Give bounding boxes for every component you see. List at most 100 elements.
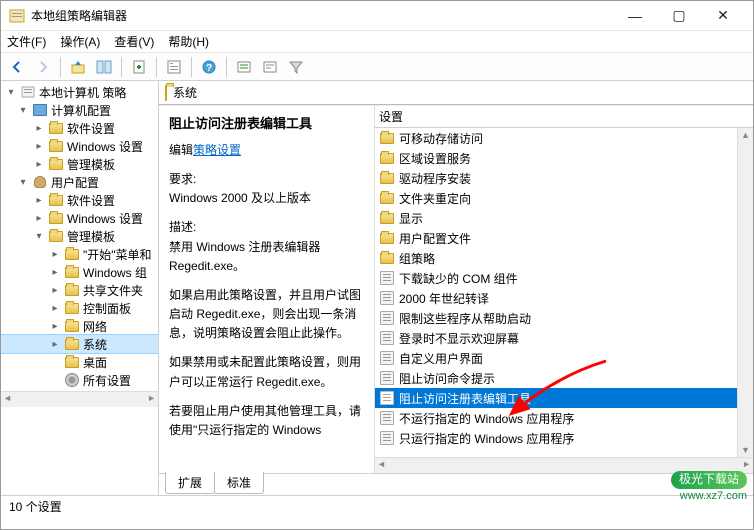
list-item-policy[interactable]: 阻止访问注册表编辑工具 (375, 388, 753, 408)
edit-prefix: 编辑 (169, 143, 193, 157)
list-item-folder[interactable]: 可移动存储访问 (375, 128, 753, 148)
list-item-label: 登录时不显示欢迎屏幕 (399, 330, 519, 347)
maximize-button[interactable]: ▢ (657, 1, 701, 31)
tree-item[interactable]: 所有设置 (1, 371, 158, 389)
menu-view[interactable]: 查看(V) (114, 33, 154, 50)
list-item-label: 限制这些程序从帮助启动 (399, 310, 531, 327)
edit-policy-link[interactable]: 策略设置 (193, 143, 241, 157)
tree-user[interactable]: ▾ 用户配置 (1, 173, 158, 191)
list-item-label: 可移动存储访问 (399, 130, 483, 147)
detail-title: 阻止访问注册表编辑工具 (169, 114, 364, 135)
properties-button[interactable] (162, 55, 186, 79)
list-vscrollbar[interactable] (737, 128, 753, 457)
folder-icon (48, 210, 64, 226)
folder-icon (379, 210, 395, 226)
show-hide-button[interactable] (92, 55, 116, 79)
tree-item-label: 软件设置 (67, 120, 115, 137)
status-text: 10 个设置 (9, 498, 62, 515)
policy-icon (379, 350, 395, 366)
tree-item[interactable]: ▸共享文件夹 (1, 281, 158, 299)
settings-list[interactable]: 可移动存储访问区域设置服务驱动程序安装文件夹重定向显示用户配置文件组策略下载缺少… (375, 128, 753, 457)
list-item-policy[interactable]: 只运行指定的 Windows 应用程序 (375, 428, 753, 448)
tree-item[interactable]: ▸软件设置 (1, 119, 158, 137)
tab-standard[interactable]: 标准 (214, 472, 264, 494)
list-item-policy[interactable]: 2000 年世纪转译 (375, 288, 753, 308)
list-column-header[interactable]: 设置 (375, 106, 753, 128)
folder-icon (64, 354, 80, 370)
tree-root[interactable]: ▾ 本地计算机 策略 (1, 83, 158, 101)
tree-item[interactable]: ▸Windows 组 (1, 263, 158, 281)
tree-item[interactable]: ▸控制面板 (1, 299, 158, 317)
menu-file[interactable]: 文件(F) (7, 33, 46, 50)
list-item-folder[interactable]: 用户配置文件 (375, 228, 753, 248)
filter1-button[interactable] (232, 55, 256, 79)
desc-p4: 若要阻止用户使用其他管理工具，请使用"只运行指定的 Windows (169, 402, 364, 440)
list-item-policy[interactable]: 阻止访问命令提示 (375, 368, 753, 388)
window-buttons: — ▢ ✕ (613, 1, 745, 31)
list-item-folder[interactable]: 文件夹重定向 (375, 188, 753, 208)
tree-item[interactable]: ▸管理模板 (1, 155, 158, 173)
tree-item-label: 所有设置 (83, 372, 131, 389)
list-item-folder[interactable]: 组策略 (375, 248, 753, 268)
tree-item[interactable]: ▸Windows 设置 (1, 137, 158, 155)
detail-panel: 阻止访问注册表编辑工具 编辑策略设置 要求: Windows 2000 及以上版本… (159, 106, 374, 473)
list-item-label: 自定义用户界面 (399, 350, 483, 367)
titlebar: 本地组策略编辑器 — ▢ ✕ (1, 1, 753, 31)
list-item-policy[interactable]: 自定义用户界面 (375, 348, 753, 368)
tree-item[interactable]: ▸软件设置 (1, 191, 158, 209)
tree-item-label: 系统 (83, 336, 107, 353)
list-item-label: 不运行指定的 Windows 应用程序 (399, 410, 574, 427)
req-label: 要求: (169, 172, 196, 186)
tree-hscrollbar[interactable] (1, 391, 158, 407)
tree-admin-templates[interactable]: ▾ 管理模板 (1, 227, 158, 245)
list-item-label: 2000 年世纪转译 (399, 290, 489, 307)
tree-item[interactable]: ▸网络 (1, 317, 158, 335)
req-value: Windows 2000 及以上版本 (169, 191, 311, 205)
view-tabs: 扩展 标准 (159, 473, 753, 495)
folder-icon (64, 300, 80, 316)
list-item-label: 区域设置服务 (399, 150, 471, 167)
minimize-button[interactable]: — (613, 1, 657, 31)
tree-item[interactable]: 桌面 (1, 353, 158, 371)
tree-item-label: 网络 (83, 318, 107, 335)
funnel-button[interactable] (284, 55, 308, 79)
tree-item-label: Windows 设置 (67, 210, 143, 227)
tab-extended[interactable]: 扩展 (165, 472, 215, 494)
close-button[interactable]: ✕ (701, 1, 745, 31)
content-pane: 系统 阻止访问注册表编辑工具 编辑策略设置 要求:Windows 2000 及以… (159, 81, 753, 495)
watermark-brand: 极光下载站 (671, 471, 747, 489)
filter2-button[interactable] (258, 55, 282, 79)
menu-action[interactable]: 操作(A) (60, 33, 100, 50)
toolbar: ? (1, 53, 753, 81)
statusbar: 10 个设置 (1, 495, 753, 517)
tree-item[interactable]: ▸"开始"菜单和 (1, 245, 158, 263)
tree-root-label: 本地计算机 策略 (39, 84, 126, 101)
forward-button[interactable] (31, 55, 55, 79)
list-item-folder[interactable]: 区域设置服务 (375, 148, 753, 168)
policy-tree[interactable]: ▾ 本地计算机 策略 ▾ 计算机配置 ▸软件设置▸Windows 设置▸管理模板… (1, 81, 158, 391)
tree-item[interactable]: ▸系统 (1, 335, 158, 353)
list-item-label: 驱动程序安装 (399, 170, 471, 187)
desc-p2: 如果启用此策略设置，并且用户试图启动 Regedit.exe，则会出现一条消息，… (169, 286, 364, 344)
folder-icon (48, 156, 64, 172)
up-button[interactable] (66, 55, 90, 79)
list-item-folder[interactable]: 显示 (375, 208, 753, 228)
tree-item[interactable]: ▸Windows 设置 (1, 209, 158, 227)
list-item-label: 显示 (399, 210, 423, 227)
list-item-policy[interactable]: 不运行指定的 Windows 应用程序 (375, 408, 753, 428)
watermark: 极光下载站 www.xz7.com (671, 471, 747, 503)
export-button[interactable] (127, 55, 151, 79)
list-item-folder[interactable]: 驱动程序安装 (375, 168, 753, 188)
settings-list-panel: 设置 可移动存储访问区域设置服务驱动程序安装文件夹重定向显示用户配置文件组策略下… (374, 106, 753, 473)
back-button[interactable] (5, 55, 29, 79)
folder-icon (48, 138, 64, 154)
app-icon (9, 8, 25, 24)
tree-computer[interactable]: ▾ 计算机配置 (1, 101, 158, 119)
menu-help[interactable]: 帮助(H) (168, 33, 209, 50)
help-button[interactable]: ? (197, 55, 221, 79)
list-item-policy[interactable]: 登录时不显示欢迎屏幕 (375, 328, 753, 348)
list-item-label: 文件夹重定向 (399, 190, 471, 207)
list-item-policy[interactable]: 限制这些程序从帮助启动 (375, 308, 753, 328)
list-item-policy[interactable]: 下载缺少的 COM 组件 (375, 268, 753, 288)
folder-icon (379, 250, 395, 266)
